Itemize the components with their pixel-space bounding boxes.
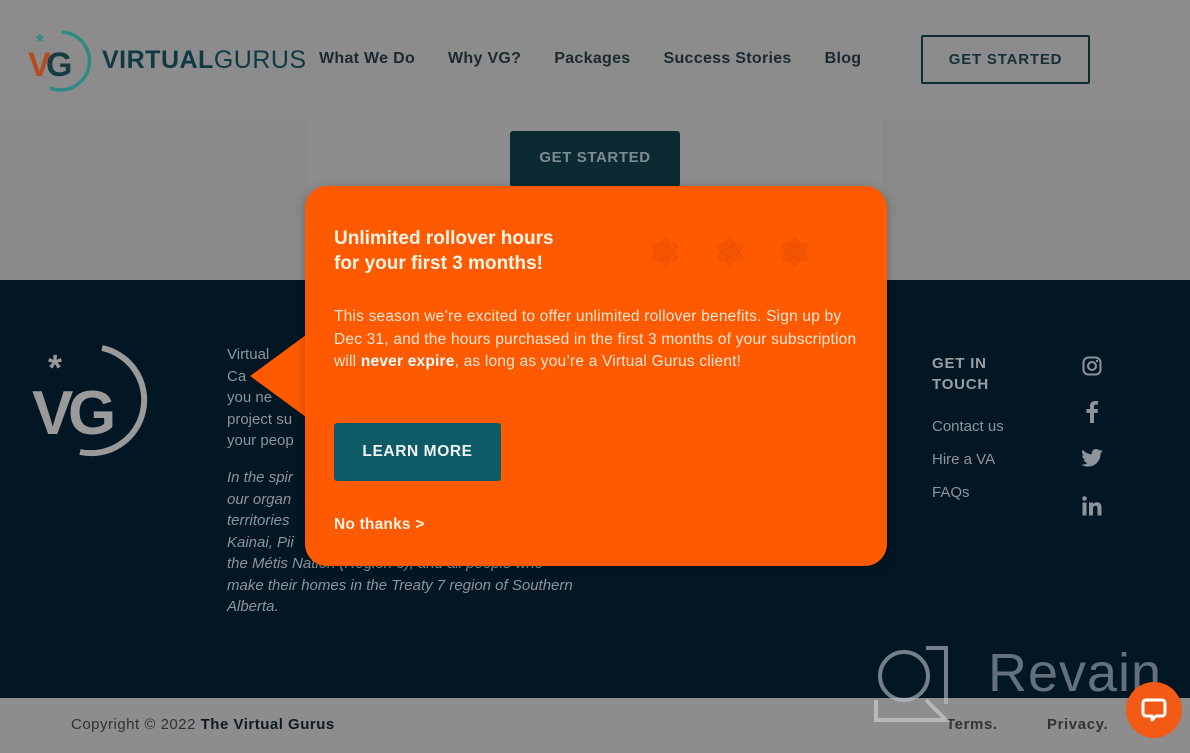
- no-thanks-link[interactable]: No thanks >: [334, 516, 425, 534]
- revain-watermark: Revain: [874, 643, 1164, 724]
- copyright-text: Copyright © 2022 The Virtual Gurus: [71, 716, 335, 733]
- chat-widget-button[interactable]: [1126, 682, 1182, 738]
- get-in-touch-column: GET IN TOUCH Contact us Hire a VA FAQs: [932, 353, 1012, 509]
- svg-text:*: *: [48, 347, 62, 388]
- faqs-link[interactable]: FAQs: [932, 476, 1012, 509]
- footer-vg-logo-icon: V G *: [32, 345, 148, 457]
- main-nav: What We Do Why VG? Packages Success Stor…: [319, 50, 894, 68]
- nav-what-we-do[interactable]: What We Do: [319, 50, 415, 68]
- facebook-icon[interactable]: [1080, 400, 1104, 424]
- svg-text:G: G: [68, 379, 116, 448]
- vg-logo-icon: V G *: [28, 30, 92, 92]
- site-header: V G * VIRTUALGURUS What We Do Why VG? Pa…: [0, 0, 1190, 120]
- site-logo[interactable]: V G * VIRTUALGURUS: [26, 26, 306, 94]
- svg-text:*: *: [36, 31, 44, 53]
- decorative-asterisks-icon: [652, 237, 808, 267]
- contact-us-link[interactable]: Contact us: [932, 410, 1012, 443]
- twitter-icon[interactable]: [1080, 446, 1104, 470]
- nav-success-stories[interactable]: Success Stories: [664, 50, 792, 68]
- popup-body-text: This season we’re excited to offer unlim…: [334, 308, 857, 370]
- linkedin-icon[interactable]: [1080, 494, 1104, 518]
- nav-packages[interactable]: Packages: [554, 50, 630, 68]
- chat-bubble-icon: [1141, 698, 1167, 722]
- revain-logo-icon: [874, 646, 951, 722]
- nav-blog[interactable]: Blog: [825, 50, 862, 68]
- hero-get-started-button[interactable]: GET STARTED: [510, 131, 680, 187]
- instagram-icon[interactable]: [1080, 354, 1104, 378]
- popup-pointer: [250, 332, 310, 420]
- get-in-touch-title: GET IN TOUCH: [932, 355, 990, 393]
- nav-why-vg[interactable]: Why VG?: [448, 50, 521, 68]
- header-get-started-button[interactable]: GET STARTED: [921, 35, 1090, 84]
- popup-title: Unlimited rollover hours for your first …: [334, 228, 554, 274]
- promo-popup: Unlimited rollover hours for your first …: [305, 186, 887, 566]
- learn-more-button[interactable]: LEARN MORE: [334, 423, 501, 481]
- logo-wordmark: VIRTUALGURUS: [102, 46, 307, 74]
- svg-text:G: G: [46, 46, 72, 84]
- hire-a-va-link[interactable]: Hire a VA: [932, 443, 1012, 476]
